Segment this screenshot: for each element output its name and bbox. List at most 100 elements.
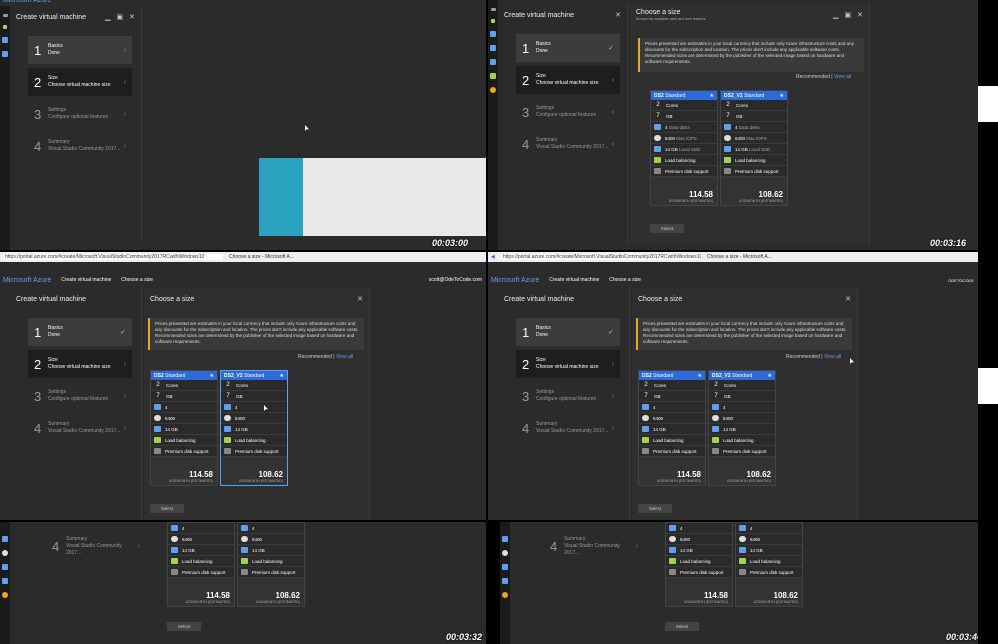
minimize-icon[interactable]: ▁ xyxy=(833,11,838,19)
size-card-ds2-v2[interactable]: 4 6400 14 GB Load balancing Premium disk… xyxy=(735,522,803,607)
sql-icon[interactable] xyxy=(490,73,496,79)
step-settings[interactable]: 3 Settings Configure optional features › xyxy=(516,98,620,126)
menu-icon[interactable] xyxy=(490,8,496,11)
menu-icon[interactable] xyxy=(2,14,8,17)
step-sub: Visual Studio Community 2017... xyxy=(48,428,121,434)
blade-title: Create virtual machine xyxy=(16,295,87,303)
step-size[interactable]: 2 Size Choose virtual machine size › xyxy=(28,68,132,96)
step-sub: Visual Studio Community 2017... xyxy=(66,542,122,556)
select-button[interactable]: Select xyxy=(650,224,684,233)
iops-row: 6400 xyxy=(709,413,775,424)
circle-icon[interactable] xyxy=(502,550,508,556)
cores-value: 2 xyxy=(656,102,660,108)
step-size[interactable]: 2 Size Choose virtual machine size › xyxy=(516,66,620,94)
breadcrumb-choose-size[interactable]: Choose a size xyxy=(121,277,153,283)
step-summary[interactable]: 4 Summary Visual Studio Community 2017... › xyxy=(544,532,644,560)
size-card-ds2[interactable]: DS2 Standard ★ 2 Cores 7 GB 4 Data disks 64… xyxy=(650,90,718,206)
chevron-right-icon: › xyxy=(611,424,614,432)
view-all-link[interactable]: View all xyxy=(824,354,841,360)
cores-value: 2 xyxy=(644,382,648,388)
memory-value: 7 xyxy=(714,393,718,399)
shield-icon[interactable] xyxy=(502,578,508,584)
premium-disk-icon xyxy=(712,448,719,454)
vm-icon[interactable] xyxy=(490,59,496,65)
diamond-icon[interactable] xyxy=(502,536,508,542)
size-card-ds2[interactable]: 4 6400 14 GB Load balancing Premium disk… xyxy=(167,522,235,607)
load-balancing-icon xyxy=(642,437,649,443)
close-icon[interactable]: ✕ xyxy=(129,13,135,21)
browser-tab[interactable]: Choose a size - Microsoft A... xyxy=(707,254,772,260)
size-card-ds2[interactable]: DS2 Standard ★ 2 Cores 7 GB 4 6400 14 GB Lo… xyxy=(638,370,706,486)
coin-icon[interactable] xyxy=(502,592,508,598)
shield-icon[interactable] xyxy=(2,578,8,584)
address-bar[interactable]: https://portal.azure.com/#create/Microso… xyxy=(3,254,223,260)
step-settings[interactable]: 3 Settings Configure optional features › xyxy=(28,100,132,128)
diamond-icon[interactable] xyxy=(2,536,8,542)
plus-icon[interactable] xyxy=(3,25,7,29)
star-icon[interactable]: ★ xyxy=(710,93,714,99)
heart-icon[interactable] xyxy=(2,564,8,570)
coin-icon[interactable] xyxy=(2,592,8,598)
size-card-ds2-v2[interactable]: DS2_V2 Standard ★ 2 Cores 7 GB 4 6400 14 GB… xyxy=(220,370,288,486)
gauge-icon xyxy=(154,415,161,421)
step-summary[interactable]: 4 Summary Visual Studio Community 2017... › xyxy=(516,414,620,442)
step-summary[interactable]: 4 Summary Visual Studio Community 2017... › xyxy=(46,532,146,560)
size-card-ds2[interactable]: DS2 Standard ★ 2 Cores 7 GB 4 6400 14 GB Lo… xyxy=(150,370,218,486)
star-icon[interactable]: ★ xyxy=(698,373,702,379)
step-settings[interactable]: 3 Settings Configure optional features › xyxy=(516,382,620,410)
select-button[interactable]: Select xyxy=(150,504,184,513)
size-card-ds2[interactable]: 4 6400 14 GB Load balancing Premium disk… xyxy=(665,522,733,607)
breadcrumb-create-vm[interactable]: Create virtual machine xyxy=(61,277,111,283)
step-summary[interactable]: 4 Summary Visual Studio Community 2017... › xyxy=(516,130,620,158)
back-icon[interactable]: ◀ xyxy=(491,254,495,260)
resources-icon[interactable] xyxy=(2,51,8,57)
step-basics[interactable]: 1 Basics Done ✓ xyxy=(516,318,620,346)
view-all-link[interactable]: View all xyxy=(336,354,353,360)
select-button[interactable]: Select xyxy=(638,504,672,513)
star-icon[interactable]: ★ xyxy=(780,93,784,99)
step-number: 2 xyxy=(522,356,530,372)
browser-tab[interactable]: Choose a size - Microsoft A... xyxy=(229,254,294,260)
close-icon[interactable]: ✕ xyxy=(615,11,621,19)
step-size[interactable]: 2 Size Choose virtual machine size › xyxy=(28,350,132,378)
minimize-icon[interactable]: ▁ xyxy=(105,13,110,21)
step-summary[interactable]: 4 Summary Visual Studio Community 2017... › xyxy=(28,132,132,160)
select-button[interactable]: Select xyxy=(665,622,699,631)
premium-row: Premium disk support xyxy=(709,446,775,457)
plus-icon[interactable] xyxy=(491,19,495,23)
user-name[interactable]: scott@OdeToCode.com xyxy=(429,277,482,283)
star-icon[interactable]: ★ xyxy=(210,373,214,379)
step-summary[interactable]: 4 Summary Visual Studio Community 2017... › xyxy=(28,414,132,442)
address-bar[interactable]: https://portal.azure.com/#create/Microso… xyxy=(500,254,701,260)
create-vm-blade: Create virtual machine ✕ 1 Basics Done ✓ 2 Si… xyxy=(498,4,628,244)
close-icon[interactable]: ✕ xyxy=(845,295,851,303)
breadcrumb-choose-size[interactable]: Choose a size xyxy=(609,277,641,283)
breadcrumb-create-vm[interactable]: Create virtual machine xyxy=(549,277,599,283)
pricing-notice: Prices presented are estimates in your l… xyxy=(148,318,364,350)
view-all-link[interactable]: View all xyxy=(834,74,851,80)
step-settings[interactable]: 3 Settings Configure optional features › xyxy=(28,382,132,410)
close-icon[interactable]: ✕ xyxy=(357,295,363,303)
step-size[interactable]: 2 Size Choose virtual machine size › xyxy=(516,350,620,378)
step-basics[interactable]: 1 Basics Done ✓ xyxy=(28,318,132,346)
resources-icon[interactable] xyxy=(490,45,496,51)
step-basics[interactable]: 1 Basics Done ✓ xyxy=(516,34,620,62)
maximize-icon[interactable]: ▣ xyxy=(845,11,852,19)
step-number: 4 xyxy=(52,538,60,554)
iops-row: 6400 xyxy=(168,534,234,545)
monitor-icon[interactable] xyxy=(490,87,496,93)
dashboard-icon[interactable] xyxy=(490,31,496,37)
heart-icon[interactable] xyxy=(502,564,508,570)
dashboard-icon[interactable] xyxy=(2,37,8,43)
maximize-icon[interactable]: ▣ xyxy=(117,13,124,21)
size-card-ds2-v2[interactable]: 4 6400 14 GB Load balancing Premium disk… xyxy=(237,522,305,607)
step-basics[interactable]: 1 Basics Done › xyxy=(28,36,132,64)
star-icon[interactable]: ★ xyxy=(768,373,772,379)
ssd-label: Local SSD xyxy=(749,146,771,152)
star-icon[interactable]: ★ xyxy=(280,373,284,379)
size-card-ds2-v2[interactable]: DS2_V2 Standard ★ 2 Cores 7 GB 4 6400 14 GB… xyxy=(708,370,776,486)
size-card-ds2-v2[interactable]: DS2_V2 Standard ★ 2 Cores 7 GB 4 Data disks… xyxy=(720,90,788,206)
select-button[interactable]: Select xyxy=(167,622,201,631)
close-icon[interactable]: ✕ xyxy=(857,11,863,19)
circle-icon[interactable] xyxy=(2,550,8,556)
